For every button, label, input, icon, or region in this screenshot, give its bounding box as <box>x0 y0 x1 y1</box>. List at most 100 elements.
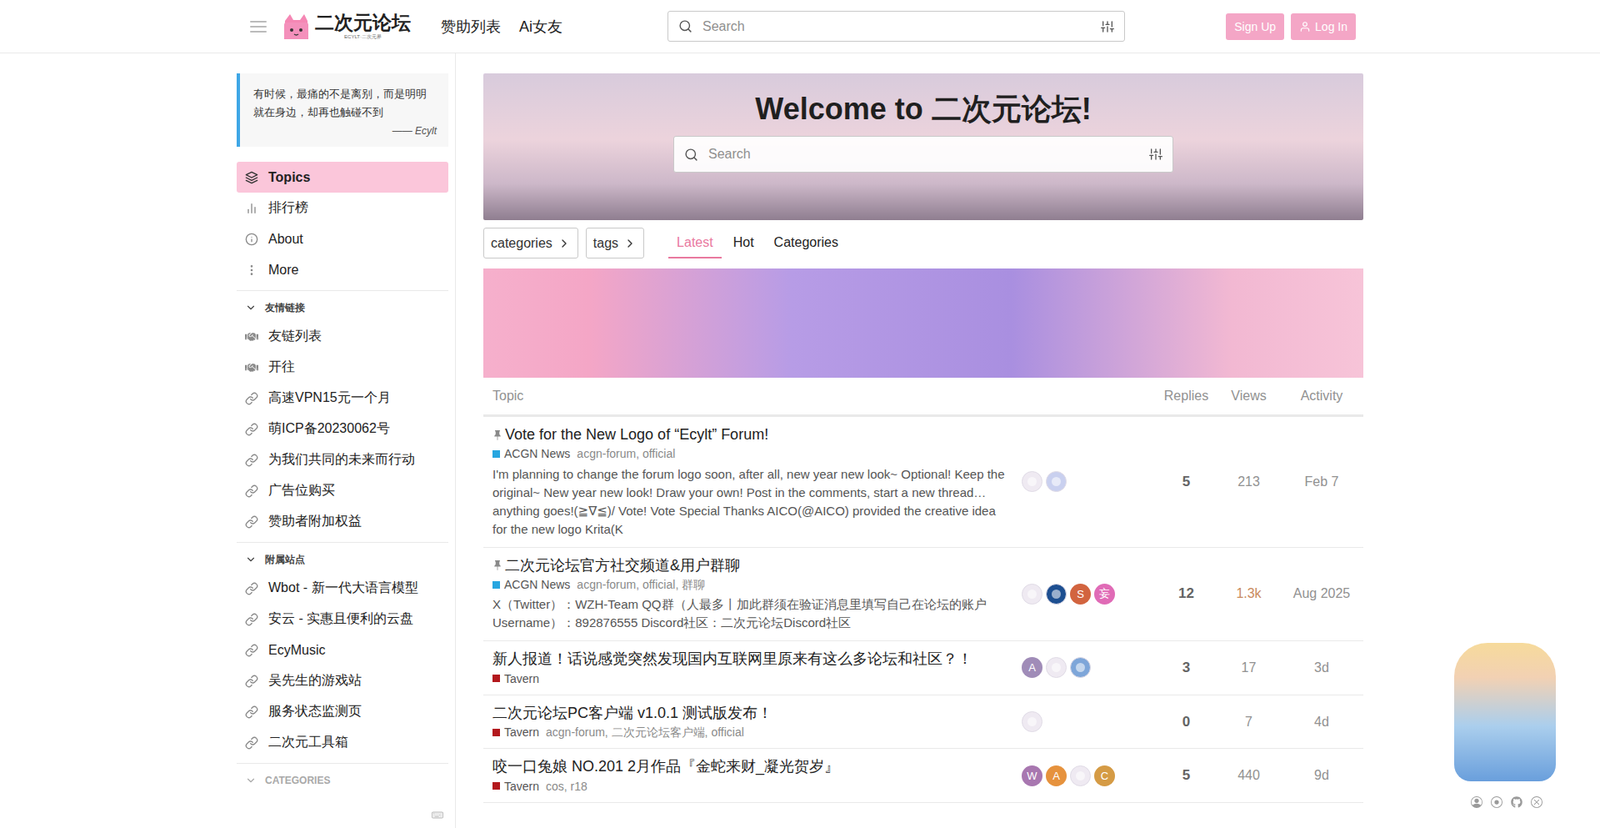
search-input[interactable] <box>706 145 1141 163</box>
topic-meta: Tavern acgn-forum, 二次元论坛客户端, official <box>492 724 1012 740</box>
topic-title[interactable]: Vote for the New Logo of “Ecylt” Forum! <box>492 425 1012 445</box>
replies-count: 5 <box>1155 766 1218 784</box>
keyboard-icon[interactable] <box>431 808 444 820</box>
quote-text: 有时候，最痛的不是离别，而是明明就在身边，却再也触碰不到 <box>253 85 437 122</box>
sidebar-link[interactable]: Wbot - 新一代大语言模型 <box>236 572 449 604</box>
section-header[interactable]: 附属站点 <box>236 545 449 573</box>
activity-time[interactable]: Aug 2025 <box>1280 585 1364 601</box>
topic-title[interactable]: 二次元论坛PC客户端 v1.0.1 测试版发布！ <box>492 703 1012 723</box>
record-icon[interactable] <box>1490 795 1503 808</box>
mascot-character[interactable] <box>1454 642 1556 781</box>
tabs: LatestHotCategories <box>668 227 847 259</box>
avatar-image <box>1027 476 1037 486</box>
avatar[interactable] <box>1045 583 1067 605</box>
avatar[interactable]: A <box>1021 656 1043 678</box>
search-icon <box>678 19 693 34</box>
sidebar-link[interactable]: 友链列表 <box>236 320 449 352</box>
tab[interactable]: Categories <box>765 227 847 259</box>
category-badge[interactable]: ACGN News <box>492 445 570 461</box>
sidebar-link[interactable]: 二次元工具箱 <box>236 726 449 758</box>
column-header[interactable]: Activity <box>1280 388 1364 404</box>
logo[interactable]: 二次元论坛ECYLT·二次元界 <box>280 10 411 43</box>
avatar[interactable] <box>1021 470 1043 492</box>
ad-banner[interactable] <box>483 268 1364 378</box>
column-header[interactable]: Replies <box>1155 388 1218 404</box>
posters <box>1021 470 1155 492</box>
activity-time[interactable]: Feb 7 <box>1280 474 1364 490</box>
sidebar-item[interactable]: Topics <box>236 161 449 193</box>
activity-time[interactable]: 3d <box>1280 660 1364 675</box>
topic-tags[interactable]: acgn-forum, official, 群聊 <box>576 576 705 592</box>
topic-tags[interactable]: acgn-forum, official <box>576 445 675 461</box>
avatar[interactable]: W <box>1021 765 1043 786</box>
avatar[interactable] <box>1045 470 1067 492</box>
header-link[interactable]: 赞助列表 <box>440 16 501 37</box>
header-link[interactable]: Ai女友 <box>519 16 563 37</box>
menu-button[interactable] <box>247 15 270 38</box>
avatar[interactable]: 妄 <box>1094 583 1115 605</box>
topic-tags[interactable]: acgn-forum, 二次元论坛客户端, official <box>545 724 745 740</box>
sidebar-link[interactable]: 广告位购买 <box>236 475 449 506</box>
quote-author: —— Ecylt <box>253 125 437 137</box>
avatar[interactable] <box>1070 765 1091 786</box>
filter-dropdown[interactable]: categories <box>483 227 579 259</box>
sidebar-item[interactable]: More <box>236 254 449 285</box>
topic-title[interactable]: 二次元论坛官方社交频道&用户群聊 <box>492 555 1012 575</box>
tab[interactable]: Hot <box>725 227 763 259</box>
avatar[interactable]: A <box>1045 765 1067 786</box>
avatar[interactable] <box>1021 710 1043 732</box>
sidebar-link[interactable]: 萌ICP备20230062号 <box>236 413 449 445</box>
user-circle-icon[interactable] <box>1470 795 1483 808</box>
sidebar-link[interactable]: 服务状态监测页 <box>236 695 449 727</box>
avatar[interactable] <box>1070 656 1091 678</box>
posters: WA C <box>1021 765 1155 786</box>
activity-time[interactable]: 4d <box>1280 714 1364 730</box>
sidebar-link[interactable]: 安云 - 实惠且便利的云盘 <box>236 603 449 635</box>
category-swatch <box>492 728 500 736</box>
column-header[interactable]: Views <box>1217 388 1280 404</box>
avatar[interactable]: S <box>1070 583 1091 605</box>
category-badge[interactable]: Tavern <box>492 724 540 740</box>
sidebar-link[interactable]: 高速VPN15元一个月 <box>236 382 449 414</box>
sidebar-link[interactable]: EcyMusic <box>236 634 449 665</box>
link-icon <box>245 422 259 436</box>
filter-icon[interactable] <box>1149 147 1163 161</box>
sidebar-link[interactable]: 赞助者附加权益 <box>236 505 449 537</box>
category-badge[interactable]: ACGN News <box>492 576 570 592</box>
avatar[interactable] <box>1021 583 1043 605</box>
github-icon[interactable] <box>1510 795 1523 808</box>
avatar-image <box>1075 770 1085 780</box>
sidebar-item[interactable]: 排行榜 <box>236 192 449 224</box>
banner-search <box>673 135 1174 173</box>
menu-icon <box>248 16 269 37</box>
sidebar-link[interactable]: 为我们共同的未来而行动 <box>236 444 449 475</box>
activity-time[interactable]: 9d <box>1280 767 1364 783</box>
sidebar-item[interactable]: About <box>236 223 449 255</box>
topic-tags[interactable]: cos, r18 <box>545 778 588 794</box>
topic-meta: ACGN News acgn-forum, official, 群聊 <box>492 576 1012 592</box>
column-header[interactable]: Topic <box>483 388 1022 404</box>
close-icon[interactable] <box>1530 795 1543 808</box>
sidebar-link[interactable]: 吴先生的游戏站 <box>236 665 449 696</box>
signup-button[interactable]: Sign Up <box>1225 13 1285 40</box>
section-header[interactable]: 友情链接 <box>236 294 449 321</box>
login-button[interactable]: Log In <box>1290 13 1356 40</box>
category-swatch <box>492 674 500 682</box>
category-badge[interactable]: Tavern <box>492 778 540 794</box>
filter-icon[interactable] <box>1100 20 1115 34</box>
topic-title[interactable]: 新人报道！话说感觉突然发现国内互联网里原来有这么多论坛和社区？！ <box>492 649 1012 669</box>
topic-cell: 咬一口兔娘 NO.201 2月作品『金蛇来财_凝光贺岁』 Tavern cos, r… <box>483 756 1022 794</box>
sidebar-link[interactable]: 开往 <box>236 351 449 383</box>
avatar[interactable] <box>1045 656 1067 678</box>
section-header[interactable]: CATEGORIES <box>236 766 449 794</box>
filter-dropdown[interactable]: tags <box>585 227 645 259</box>
sidebar-section: 友情链接友链列表开往高速VPN15元一个月萌ICP备20230062号为我们共同… <box>236 290 449 537</box>
search-input[interactable] <box>700 18 1093 35</box>
tab[interactable]: Latest <box>668 227 722 259</box>
topic-title[interactable]: 咬一口兔娘 NO.201 2月作品『金蛇来财_凝光贺岁』 <box>492 756 1012 776</box>
avatar[interactable]: C <box>1094 765 1115 786</box>
link-icon <box>245 484 259 498</box>
category-swatch <box>492 580 500 589</box>
category-badge[interactable]: Tavern <box>492 670 540 686</box>
avatar-image <box>1051 662 1061 672</box>
